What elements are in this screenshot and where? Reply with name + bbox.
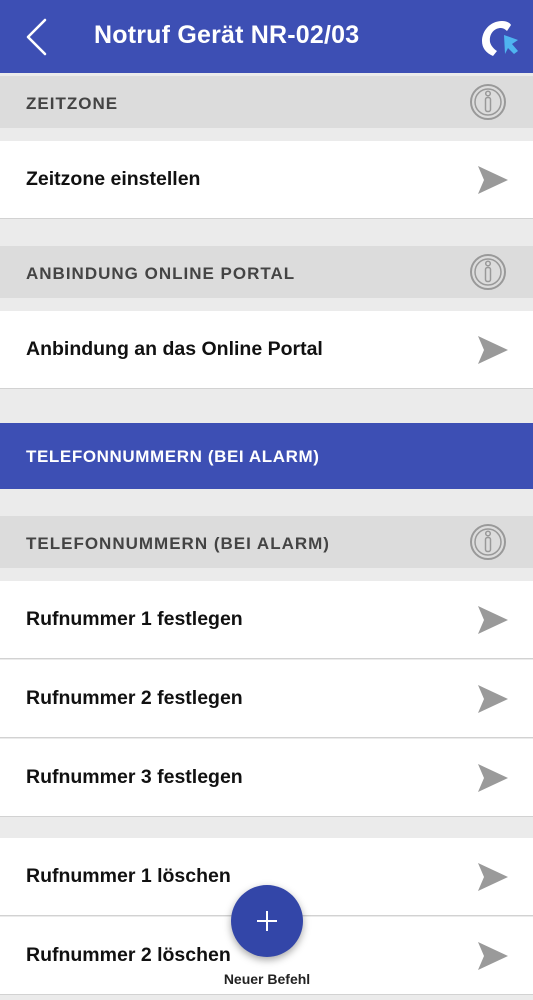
list-item-label: Anbindung an das Online Portal [26,338,323,360]
send-icon[interactable] [476,762,510,794]
list-item-rufnummer-1-festlegen[interactable]: Rufnummer 1 festlegen [0,581,533,659]
plus-icon [257,911,277,931]
phone-callback-icon [482,21,518,56]
section-title: TELEFONNUMMERN (BEI ALARM) [26,534,330,553]
list-item-rufnummer-2-festlegen[interactable]: Rufnummer 2 festlegen [0,660,533,738]
list-item-online-portal[interactable]: Anbindung an das Online Portal [0,311,533,389]
call-button[interactable] [474,13,522,61]
section-header-online-portal: ANBINDUNG ONLINE PORTAL [0,246,533,298]
section-title: ANBINDUNG ONLINE PORTAL [26,264,296,283]
category-band-telefonnummern[interactable]: TELEFONNUMMERN (BEI ALARM) [0,423,533,489]
send-icon[interactable] [476,940,510,972]
chevron-left-icon [26,18,47,56]
info-icon[interactable] [469,523,507,561]
send-icon[interactable] [476,604,510,636]
list-item-label: Rufnummer 2 festlegen [26,687,243,709]
info-icon[interactable] [469,83,507,121]
list-item-rufnummer-3-festlegen[interactable]: Rufnummer 3 festlegen [0,739,533,817]
section-title: ZEITZONE [26,94,119,113]
send-icon[interactable] [476,683,510,715]
send-icon[interactable] [476,164,510,196]
list-item-label: Rufnummer 1 löschen [26,865,231,887]
section-header-telefonnummern: TELEFONNUMMERN (BEI ALARM) [0,516,533,568]
new-command-button[interactable] [231,885,303,957]
list-item-label: Rufnummer 1 festlegen [26,608,243,630]
list-item-label: Rufnummer 2 löschen [26,944,231,966]
section-header-zeitzone: ZEITZONE [0,76,533,128]
page-title: Notruf Gerät NR-02/03 [94,21,360,49]
app-bar: Notruf Gerät NR-02/03 [0,0,533,73]
list-item-label: Zeitzone einstellen [26,168,201,190]
send-icon[interactable] [476,334,510,366]
info-icon[interactable] [469,253,507,291]
list-item-zeitzone-einstellen[interactable]: Zeitzone einstellen [0,141,533,219]
category-title: TELEFONNUMMERN (BEI ALARM) [26,447,320,466]
new-command-label: Neuer Befehl [223,971,311,987]
send-icon[interactable] [476,861,510,893]
back-button[interactable] [18,14,58,60]
list-item-label: Rufnummer 3 festlegen [26,766,243,788]
